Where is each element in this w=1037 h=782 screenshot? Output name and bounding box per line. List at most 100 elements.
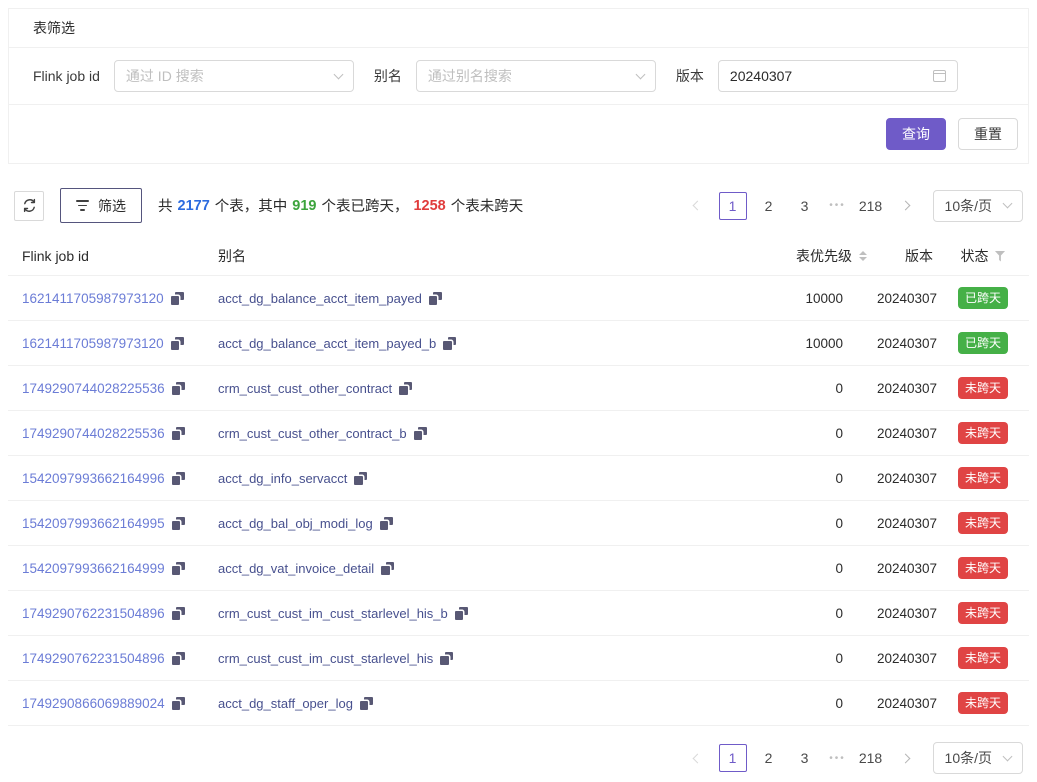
bottom-bar: 1 2 3 ••• 218 10条/页 (14, 742, 1023, 774)
copy-icon[interactable] (172, 517, 185, 530)
alias-link[interactable]: acct_dg_balance_acct_item_payed (218, 291, 422, 306)
table-row: 1542097993662164996 acct_dg_info_servacc… (8, 456, 1029, 501)
alias-link[interactable]: acct_dg_bal_obj_modi_log (218, 516, 373, 531)
page-button-1[interactable]: 1 (719, 744, 747, 772)
copy-icon[interactable] (172, 562, 185, 575)
page-ellipsis[interactable]: ••• (827, 200, 849, 211)
page-size-select[interactable]: 10条/页 (933, 190, 1023, 222)
prev-page-button[interactable] (685, 744, 711, 772)
filter-button-label: 筛选 (98, 196, 126, 216)
status-badge: 未跨天 (958, 647, 1008, 668)
tables-table: Flink job id 别名 表优先级 版本 状态 (8, 237, 1029, 726)
version-cell: 20240307 (877, 366, 937, 411)
table-row: 1749290866069889024 acct_dg_staff_oper_l… (8, 681, 1029, 726)
alias-link[interactable]: acct_dg_info_servacct (218, 471, 347, 486)
status-badge: 未跨天 (958, 602, 1008, 623)
flink-job-id-link[interactable]: 1749290762231504896 (22, 606, 165, 621)
copy-icon[interactable] (380, 517, 393, 530)
version-cell: 20240307 (877, 276, 937, 321)
page-button-3[interactable]: 3 (791, 744, 819, 772)
status-badge: 未跨天 (958, 512, 1008, 533)
copy-icon[interactable] (399, 382, 412, 395)
version-cell: 20240307 (877, 546, 937, 591)
page-button-last[interactable]: 218 (857, 192, 885, 220)
copy-icon[interactable] (360, 697, 373, 710)
copy-icon[interactable] (381, 562, 394, 575)
uncrossed-count: 1258 (413, 198, 445, 214)
alias-link[interactable]: crm_cust_cust_other_contract (218, 381, 392, 396)
next-page-button[interactable] (893, 744, 919, 772)
copy-icon[interactable] (455, 607, 468, 620)
flink-job-id-field: Flink job id 通过 ID 搜索 (33, 60, 354, 92)
alias-field: 别名 通过别名搜索 (374, 60, 656, 92)
copy-icon[interactable] (172, 382, 185, 395)
column-header-flink-job-id: Flink job id (8, 237, 218, 276)
flink-job-id-link[interactable]: 1542097993662164999 (22, 561, 165, 576)
flink-job-id-select[interactable]: 通过 ID 搜索 (114, 60, 354, 92)
copy-icon[interactable] (429, 292, 442, 305)
column-header-status[interactable]: 状态 (937, 237, 1029, 276)
filter-funnel-icon[interactable] (995, 251, 1006, 262)
summary-suffix: 个表未跨天 (451, 195, 524, 216)
alias-link[interactable]: acct_dg_balance_acct_item_payed_b (218, 336, 436, 351)
priority-cell: 0 (727, 456, 877, 501)
flink-job-id-link[interactable]: 1542097993662164996 (22, 471, 165, 486)
version-cell: 20240307 (877, 591, 937, 636)
flink-job-id-link[interactable]: 1749290762231504896 (22, 651, 165, 666)
reset-button[interactable]: 重置 (958, 118, 1018, 150)
copy-icon[interactable] (172, 607, 185, 620)
version-value: 20240307 (730, 68, 792, 84)
page-button-2[interactable]: 2 (755, 744, 783, 772)
version-date-input[interactable]: 20240307 (718, 60, 958, 92)
page-button-last[interactable]: 218 (857, 744, 885, 772)
alias-link[interactable]: crm_cust_cust_im_cust_starlevel_his_b (218, 606, 448, 621)
page-button-2[interactable]: 2 (755, 192, 783, 220)
page-button-3[interactable]: 3 (791, 192, 819, 220)
filter-button[interactable]: 筛选 (60, 188, 142, 223)
flink-job-id-link[interactable]: 1749290744028225536 (22, 426, 165, 441)
next-page-button[interactable] (893, 192, 919, 220)
copy-icon[interactable] (171, 292, 184, 305)
refresh-button[interactable] (14, 191, 44, 221)
status-badge: 未跨天 (958, 377, 1008, 398)
copy-icon[interactable] (414, 427, 427, 440)
chevron-left-icon (693, 753, 703, 763)
page-size-label: 10条/页 (945, 748, 992, 768)
page-button-1[interactable]: 1 (719, 192, 747, 220)
column-header-priority[interactable]: 表优先级 (727, 237, 877, 276)
total-count: 2177 (178, 198, 210, 214)
pagination-bottom: 1 2 3 ••• 218 10条/页 (685, 742, 1023, 774)
alias-select[interactable]: 通过别名搜索 (416, 60, 656, 92)
version-field: 版本 20240307 (676, 60, 958, 92)
page-ellipsis[interactable]: ••• (827, 753, 849, 764)
copy-icon[interactable] (171, 337, 184, 350)
flink-job-id-label: Flink job id (33, 68, 100, 84)
prev-page-button[interactable] (685, 192, 711, 220)
copy-icon[interactable] (440, 652, 453, 665)
sort-icon[interactable] (859, 251, 867, 261)
alias-link[interactable]: crm_cust_cust_im_cust_starlevel_his (218, 651, 433, 666)
flink-job-id-link[interactable]: 1621411705987973120 (22, 336, 164, 351)
flink-job-id-link[interactable]: 1542097993662164995 (22, 516, 165, 531)
query-button[interactable]: 查询 (886, 118, 946, 150)
copy-icon[interactable] (443, 337, 456, 350)
version-cell: 20240307 (877, 501, 937, 546)
alias-link[interactable]: crm_cust_cust_other_contract_b (218, 426, 407, 441)
status-badge: 未跨天 (958, 422, 1008, 443)
flink-job-id-link[interactable]: 1621411705987973120 (22, 291, 164, 306)
copy-icon[interactable] (172, 697, 185, 710)
filter-actions-row: 查询 重置 (9, 105, 1028, 163)
alias-link[interactable]: acct_dg_vat_invoice_detail (218, 561, 374, 576)
calendar-icon (933, 70, 946, 82)
chevron-down-icon (635, 69, 645, 79)
priority-cell: 0 (727, 501, 877, 546)
copy-icon[interactable] (172, 427, 185, 440)
page-size-select[interactable]: 10条/页 (933, 742, 1023, 774)
copy-icon[interactable] (354, 472, 367, 485)
copy-icon[interactable] (172, 652, 185, 665)
alias-link[interactable]: acct_dg_staff_oper_log (218, 696, 353, 711)
flink-job-id-link[interactable]: 1749290866069889024 (22, 696, 165, 711)
flink-job-id-link[interactable]: 1749290744028225536 (22, 381, 165, 396)
table-row: 1749290744028225536 crm_cust_cust_other_… (8, 366, 1029, 411)
copy-icon[interactable] (172, 472, 185, 485)
